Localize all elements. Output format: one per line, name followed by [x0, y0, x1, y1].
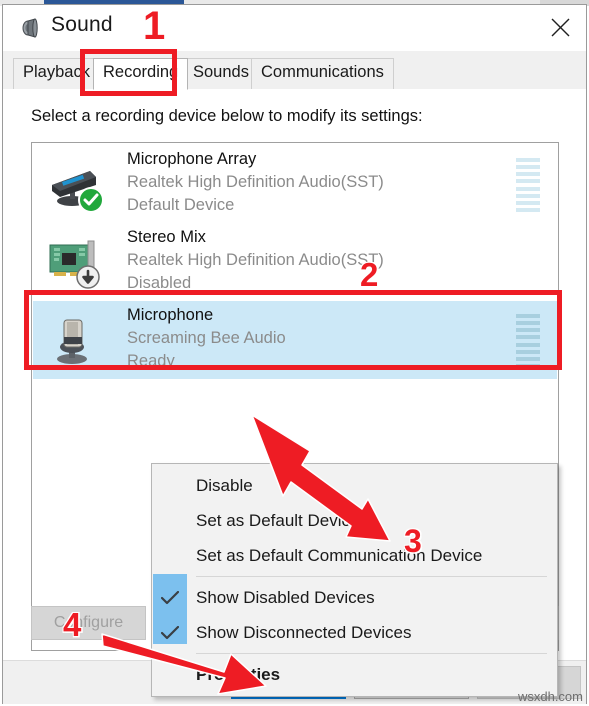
device-name: Microphone [127, 306, 214, 324]
tab-communications[interactable]: Communications [251, 58, 394, 89]
prompt-text: Select a recording device below to modif… [31, 107, 423, 125]
menu-item-set-as-default-device[interactable]: Set as Default Device [152, 503, 557, 538]
volume-meter-icon [516, 158, 540, 212]
table-row[interactable]: Microphone Array Realtek High Definition… [33, 145, 557, 223]
watermark: wsxdh.com [517, 689, 583, 704]
sound-dialog: Sound Playback Recording Sounds Communic… [2, 4, 587, 704]
context-menu[interactable]: Disable Set as Default Device Set as Def… [151, 463, 558, 697]
device-state: Default Device [127, 196, 235, 214]
tab-playback[interactable]: Playback [13, 58, 100, 89]
tab-recording[interactable]: Recording [93, 58, 189, 90]
dialog-body: Select a recording device below to modif… [3, 89, 586, 697]
menu-separator [196, 576, 547, 577]
menu-item-label: Show Disabled Devices [196, 588, 375, 607]
microphone-array-icon [46, 155, 104, 213]
menu-item-set-as-default-communication-device[interactable]: Set as Default Communication Device [152, 538, 557, 573]
checkmark-icon [160, 580, 180, 615]
device-state: Ready [127, 352, 175, 370]
menu-item-disable[interactable]: Disable [152, 468, 557, 503]
table-row[interactable]: Stereo Mix Realtek High Definition Audio… [33, 223, 557, 301]
menu-item-show-disabled-devices[interactable]: Show Disabled Devices [152, 580, 557, 615]
device-driver: Realtek High Definition Audio(SST) [127, 251, 384, 269]
menu-item-show-disconnected-devices[interactable]: Show Disconnected Devices [152, 615, 557, 650]
configure-button[interactable]: Configure [31, 606, 146, 640]
title-bar: Sound [3, 5, 586, 51]
tab-strip: Playback Recording Sounds Communications [3, 51, 586, 90]
sound-card-icon [46, 233, 104, 291]
device-state: Disabled [127, 274, 192, 292]
window-title: Sound [51, 13, 113, 36]
device-driver: Realtek High Definition Audio(SST) [127, 173, 384, 191]
tab-sounds[interactable]: Sounds [183, 58, 259, 89]
close-icon[interactable] [534, 5, 586, 49]
device-name: Stereo Mix [127, 228, 206, 246]
menu-item-properties[interactable]: Properties [152, 657, 557, 692]
desktop-microphone-icon [46, 311, 104, 369]
menu-item-label: Show Disconnected Devices [196, 623, 412, 642]
table-row[interactable]: Microphone Screaming Bee Audio Ready [33, 301, 557, 379]
device-driver: Screaming Bee Audio [127, 329, 286, 347]
speaker-icon [19, 16, 43, 40]
menu-separator [196, 653, 547, 654]
volume-meter-icon [516, 314, 540, 368]
screenshot-root: Sound Playback Recording Sounds Communic… [0, 0, 589, 706]
checkmark-icon [160, 615, 180, 650]
device-name: Microphone Array [127, 150, 257, 168]
